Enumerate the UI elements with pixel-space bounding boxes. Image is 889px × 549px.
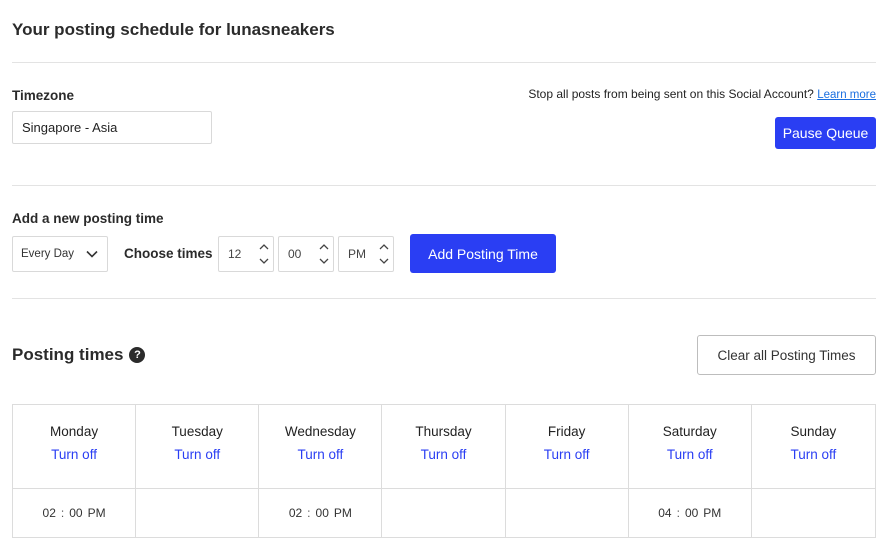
help-icon[interactable]: ? (129, 347, 146, 363)
time-minute: 00 (69, 506, 83, 520)
divider (12, 185, 876, 186)
divider (12, 298, 876, 299)
stop-posts-text: Stop all posts from being sent on this S… (528, 87, 876, 101)
chevron-down-icon[interactable] (318, 256, 330, 266)
frequency-select[interactable]: Every Day (12, 236, 108, 272)
day-name: Wednesday (284, 424, 356, 439)
page-title: Your posting schedule for lunasneakers (12, 20, 335, 39)
time-separator: : (307, 506, 311, 520)
timezone-input[interactable] (12, 111, 212, 144)
ampm-stepper[interactable]: PM (338, 236, 394, 272)
hour-stepper[interactable]: 12 (218, 236, 274, 272)
time-slot-friday (506, 489, 629, 537)
day-name: Thursday (415, 424, 472, 439)
chevron-down-icon[interactable] (258, 256, 270, 266)
day-column-friday: Friday Turn off (505, 405, 629, 489)
minute-stepper[interactable]: 00 (278, 236, 334, 272)
chevron-up-icon[interactable] (378, 242, 390, 252)
pause-queue-button[interactable]: Pause Queue (775, 117, 876, 149)
chevron-up-icon[interactable] (318, 242, 330, 252)
time-slot-monday: 02 : 00 PM (13, 489, 137, 537)
turn-off-friday[interactable]: Turn off (506, 447, 628, 462)
posting-time-chip[interactable]: 04 : 00 PM (658, 506, 721, 520)
frequency-value: Every Day (21, 248, 75, 260)
time-hour: 04 (658, 506, 672, 520)
day-column-tuesday: Tuesday Turn off (136, 405, 260, 489)
turn-off-tuesday[interactable]: Turn off (136, 447, 258, 462)
turn-off-thursday[interactable]: Turn off (382, 447, 504, 462)
timezone-label: Timezone (12, 88, 75, 103)
divider (12, 62, 876, 63)
time-ampm: PM (333, 506, 352, 520)
weekly-schedule: Monday Turn off Tuesday Turn off Wednesd… (12, 404, 876, 538)
time-minute: 00 (315, 506, 329, 520)
time-separator: : (60, 506, 65, 520)
time-slot-thursday (382, 489, 506, 537)
time-ampm: PM (87, 506, 106, 520)
time-minute: 00 (684, 506, 699, 520)
day-name: Sunday (790, 424, 837, 439)
turn-off-wednesday[interactable]: Turn off (259, 447, 381, 462)
turn-off-sunday[interactable]: Turn off (752, 447, 875, 462)
time-hour: 02 (288, 506, 303, 520)
posting-times-heading: Posting times ? (12, 345, 146, 365)
choose-times-label: Choose times (124, 246, 213, 261)
minute-value: 00 (288, 247, 302, 261)
chevron-down-icon[interactable] (378, 256, 390, 266)
add-time-label: Add a new posting time (12, 211, 164, 226)
turn-off-monday[interactable]: Turn off (13, 447, 135, 462)
time-ampm: PM (703, 506, 722, 520)
time-separator: : (676, 506, 680, 520)
posting-times-title: Posting times (12, 345, 124, 364)
time-slot-sunday (752, 489, 875, 537)
day-column-wednesday: Wednesday Turn off (259, 405, 383, 489)
clear-posting-times-button[interactable]: Clear all Posting Times (697, 335, 876, 375)
day-column-saturday: Saturday Turn off (628, 405, 752, 489)
stop-posts-message: Stop all posts from being sent on this S… (528, 87, 814, 101)
day-column-sunday: Sunday Turn off (751, 405, 875, 489)
turn-off-saturday[interactable]: Turn off (629, 447, 751, 462)
add-posting-time-button[interactable]: Add Posting Time (410, 234, 556, 273)
day-name: Saturday (662, 424, 717, 439)
ampm-value: PM (348, 247, 366, 261)
day-column-thursday: Thursday Turn off (382, 405, 506, 489)
posting-time-chip[interactable]: 02 : 00 PM (289, 506, 352, 520)
day-name: Monday (50, 424, 99, 439)
chevron-down-icon (86, 250, 98, 258)
chevron-up-icon[interactable] (258, 242, 270, 252)
time-slot-wednesday: 02 : 00 PM (259, 489, 383, 537)
hour-value: 12 (228, 247, 242, 261)
day-column-monday: Monday Turn off (13, 405, 137, 489)
learn-more-link[interactable]: Learn more (817, 89, 876, 101)
day-name: Friday (547, 424, 586, 439)
posting-time-chip[interactable]: 02 : 00 PM (43, 506, 106, 520)
time-hour: 02 (42, 506, 56, 520)
time-slot-saturday: 04 : 00 PM (629, 489, 752, 537)
time-slot-tuesday (136, 489, 260, 537)
day-name: Tuesday (171, 424, 223, 439)
